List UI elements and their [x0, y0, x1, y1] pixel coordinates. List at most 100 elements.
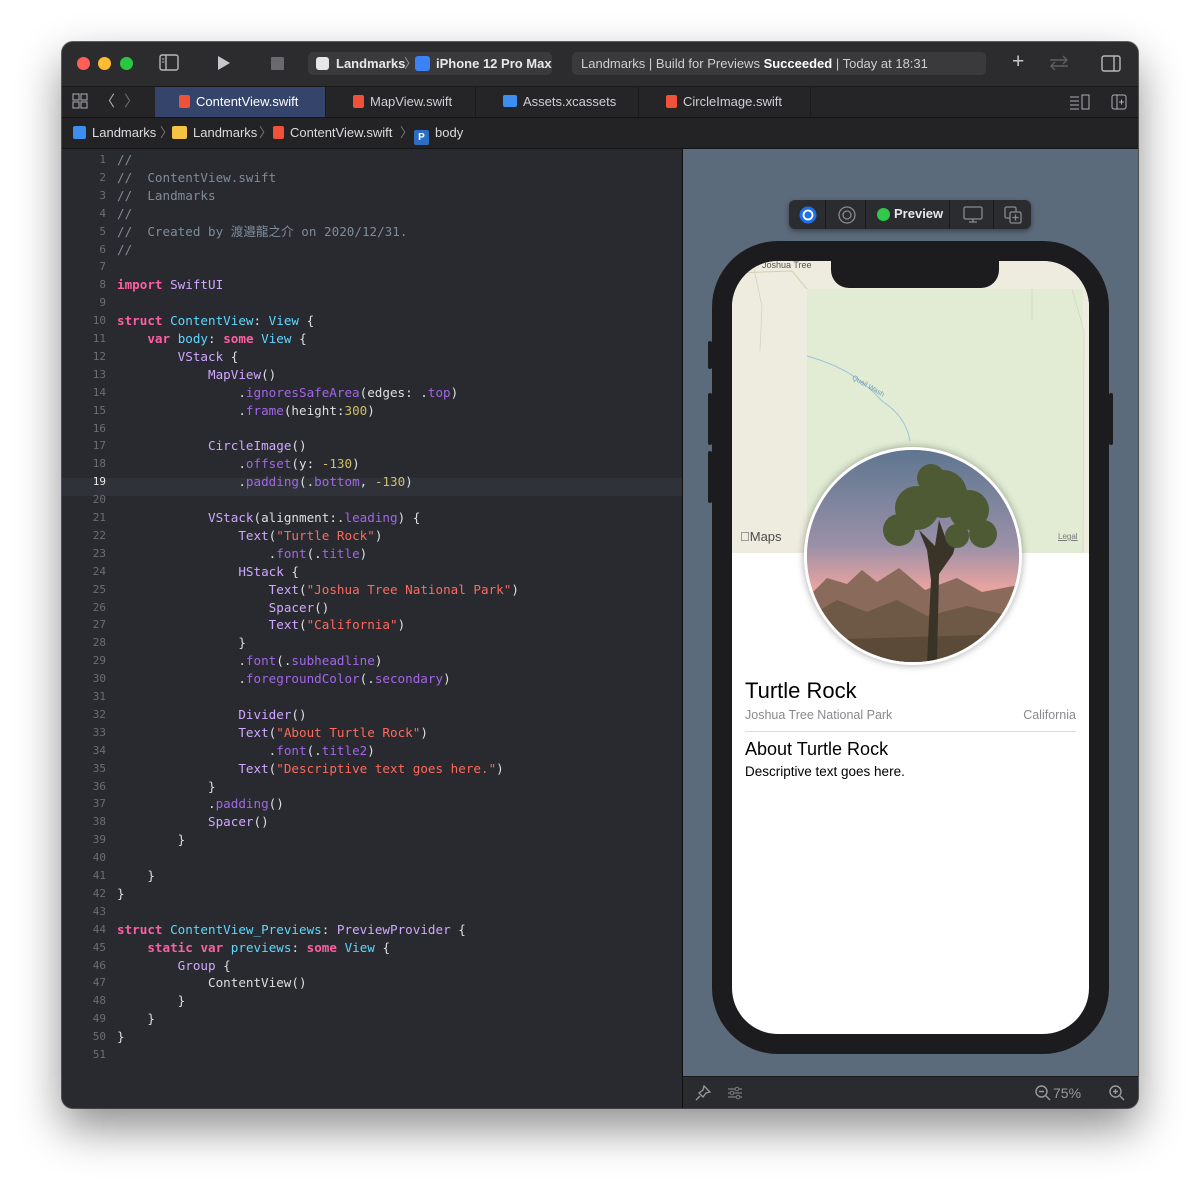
add-editor-icon[interactable]: [1111, 94, 1127, 115]
zoom-in-icon[interactable]: [1109, 1085, 1125, 1104]
code-line[interactable]: Text("California"): [117, 616, 406, 634]
code-line[interactable]: Divider(): [117, 706, 306, 724]
line-number: 23: [92, 546, 106, 560]
code-line[interactable]: .padding(.bottom, -130): [117, 473, 412, 491]
status-time: | Today at 18:31: [832, 56, 928, 71]
line-number: 34: [92, 743, 106, 757]
code-line[interactable]: VStack {: [117, 348, 239, 366]
code-line[interactable]: .font(.title2): [117, 742, 375, 760]
code-line[interactable]: }: [117, 634, 246, 652]
preview-button-label[interactable]: Preview: [894, 206, 943, 221]
code-line[interactable]: .font(.subheadline): [117, 652, 382, 670]
close-window-button[interactable]: [77, 57, 90, 70]
line-number: 41: [92, 869, 106, 882]
live-preview-button[interactable]: [799, 206, 817, 229]
code-line[interactable]: HStack {: [117, 563, 299, 581]
pin-icon[interactable]: [695, 1084, 712, 1106]
device-screen: Joshua Tree Quail Wash Maps Legal: [732, 261, 1089, 1034]
tab-assets[interactable]: Assets.xcassets: [475, 87, 639, 117]
code-line[interactable]: var body: some View {: [117, 330, 306, 348]
code-line[interactable]: // Created by 渡邉龍之介 on 2020/12/31.: [117, 223, 407, 241]
code-line[interactable]: }: [117, 992, 186, 1010]
tab-mapview[interactable]: MapView.swift: [325, 87, 476, 117]
forward-arrow-icon[interactable]: 〉: [124, 93, 139, 111]
line-number: 28: [92, 636, 106, 650]
code-line[interactable]: .offset(y: -130): [117, 455, 359, 473]
code-line[interactable]: //: [117, 241, 132, 259]
editor-tab-bar: 〈 〉 ContentView.swift MapView.swift Asse…: [62, 87, 1138, 118]
run-icon[interactable]: [217, 55, 231, 76]
related-items-icon[interactable]: [72, 93, 88, 114]
code-line[interactable]: // Landmarks: [117, 187, 216, 205]
breadcrumb-label: Landmarks: [92, 125, 157, 140]
duplicate-preview-icon[interactable]: [1004, 206, 1022, 229]
add-library-icon[interactable]: +: [1012, 51, 1024, 72]
code-line[interactable]: struct ContentView_Previews: PreviewProv…: [117, 921, 466, 939]
code-line[interactable]: // ContentView.swift: [117, 169, 276, 187]
code-line[interactable]: struct ContentView: View {: [117, 312, 314, 330]
inspect-preview-icon[interactable]: [838, 206, 856, 229]
back-arrow-icon[interactable]: 〈: [100, 93, 115, 111]
code-line[interactable]: VStack(alignment:.leading) {: [117, 509, 420, 527]
folder-icon: [172, 126, 187, 139]
iphone-frame: Joshua Tree Quail Wash Maps Legal: [708, 241, 1113, 1054]
code-line[interactable]: Spacer(): [117, 813, 269, 831]
zoom-window-button[interactable]: [120, 57, 133, 70]
tab-contentview[interactable]: ContentView.swift: [155, 87, 326, 117]
inspector-toggle-icon[interactable]: [1101, 55, 1121, 77]
code-line[interactable]: Text("Descriptive text goes here."): [117, 760, 503, 778]
code-line[interactable]: MapView(): [117, 366, 276, 384]
code-line[interactable]: .ignoresSafeArea(edges: .top): [117, 384, 458, 402]
swift-file-icon: [273, 126, 284, 139]
tab-circleimage[interactable]: CircleImage.swift: [638, 87, 811, 117]
line-number: 15: [92, 403, 106, 417]
preview-on-device-icon[interactable]: [963, 206, 983, 229]
breadcrumb-file[interactable]: ContentView.swift: [273, 118, 392, 148]
code-line[interactable]: }: [117, 831, 186, 849]
code-line[interactable]: ContentView(): [117, 974, 307, 992]
adjust-settings-icon[interactable]: [727, 1085, 743, 1106]
code-line[interactable]: .padding(): [117, 795, 284, 813]
breadcrumb-folder[interactable]: Landmarks: [172, 118, 257, 148]
code-line[interactable]: Group {: [117, 957, 231, 975]
tab-label: CircleImage.swift: [683, 94, 782, 109]
code-line[interactable]: }: [117, 1028, 125, 1046]
line-number: 45: [92, 940, 106, 954]
code-line[interactable]: Text("Turtle Rock"): [117, 527, 382, 545]
breadcrumb-project[interactable]: Landmarks: [73, 118, 156, 148]
code-review-icon[interactable]: [1047, 55, 1071, 76]
zoom-out-icon[interactable]: [1035, 1085, 1051, 1104]
line-number: 11: [92, 332, 106, 345]
legal-link[interactable]: Legal: [1058, 532, 1078, 541]
line-number: 14: [92, 385, 106, 399]
code-line[interactable]: //: [117, 205, 132, 223]
landmark-title: Turtle Rock: [745, 678, 857, 703]
line-number: 42: [92, 886, 106, 900]
scheme-selector[interactable]: Landmarks 〉 iPhone 12 Pro Max: [308, 52, 552, 75]
code-line[interactable]: Text("Joshua Tree National Park"): [117, 581, 519, 599]
minimize-window-button[interactable]: [98, 57, 111, 70]
code-line[interactable]: //: [117, 151, 132, 169]
code-line[interactable]: import SwiftUI: [117, 276, 223, 294]
line-number: 40: [92, 851, 106, 865]
code-line[interactable]: .foregroundColor(.secondary): [117, 670, 450, 688]
code-line[interactable]: }: [117, 885, 125, 903]
mute-switch: [708, 341, 712, 369]
code-line[interactable]: .font(.title): [117, 545, 368, 563]
source-editor[interactable]: 1 2 3 4 5 6 7 8 9 10 11 12 13 14 15 16 17 18 19 20 21 22 23 24 2…: [62, 149, 682, 1108]
code-line[interactable]: }: [117, 778, 216, 796]
navigator-toggle-icon[interactable]: [159, 54, 179, 76]
code-line[interactable]: .frame(height:300): [117, 402, 375, 420]
line-number: 13: [92, 367, 106, 381]
tab-label: Assets.xcassets: [523, 94, 617, 109]
code-line[interactable]: static var previews: some View {: [117, 939, 390, 957]
code-line[interactable]: Text("About Turtle Rock"): [117, 724, 428, 742]
stop-icon[interactable]: [271, 57, 284, 75]
code-line[interactable]: Spacer(): [117, 599, 330, 617]
editor-options-icon[interactable]: [1069, 94, 1091, 115]
code-line[interactable]: }: [117, 867, 155, 885]
code-line[interactable]: CircleImage(): [117, 437, 307, 455]
breadcrumb-symbol[interactable]: Pbody: [414, 118, 463, 148]
code-line[interactable]: }: [117, 1010, 155, 1028]
volume-up-button: [708, 393, 712, 445]
